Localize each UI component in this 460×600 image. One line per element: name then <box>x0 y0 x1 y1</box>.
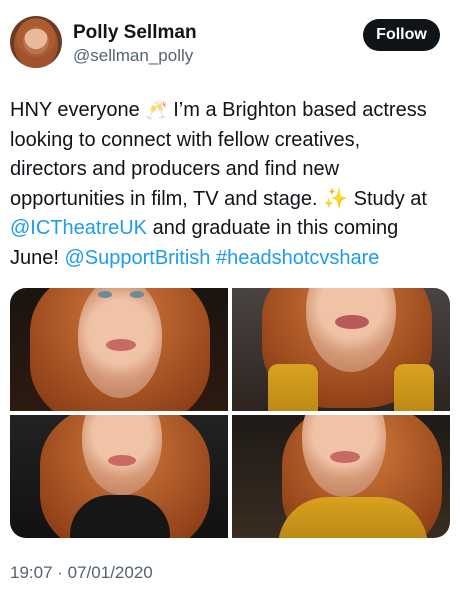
display-name[interactable]: Polly Sellman <box>73 22 197 44</box>
headshot-photo-3[interactable] <box>10 415 228 538</box>
user-names: Polly Sellman @sellman_polly <box>73 22 197 67</box>
media-grid <box>10 288 450 538</box>
headshot-photo-4[interactable] <box>232 415 450 538</box>
headshot-photo-1[interactable] <box>10 288 228 411</box>
follow-button[interactable]: Follow <box>363 19 440 51</box>
hashtag-headshotcvshare[interactable]: #headshotcvshare <box>216 247 379 269</box>
user-handle[interactable]: @sellman_polly <box>73 45 197 67</box>
tweet-text-segment: HNY everyone <box>10 99 146 121</box>
mention-ictheatreuk[interactable]: @ICTheatreUK <box>10 217 147 239</box>
tweet-header: Polly Sellman @sellman_polly Follow <box>10 16 450 72</box>
tweet-timestamp[interactable]: 19:07 · 07/01/2020 <box>10 563 153 583</box>
sparkles-icon: ✨ <box>323 187 349 210</box>
avatar[interactable] <box>10 16 62 68</box>
tweet-text-segment: Study at <box>353 187 427 210</box>
tweet-text: HNY everyone 🥂 I’m a Brighton based actr… <box>10 96 450 273</box>
champagne-icon: 🥂 <box>145 100 168 120</box>
mention-supportbritish[interactable]: @SupportBritish <box>64 247 210 269</box>
headshot-photo-2[interactable] <box>232 288 450 411</box>
